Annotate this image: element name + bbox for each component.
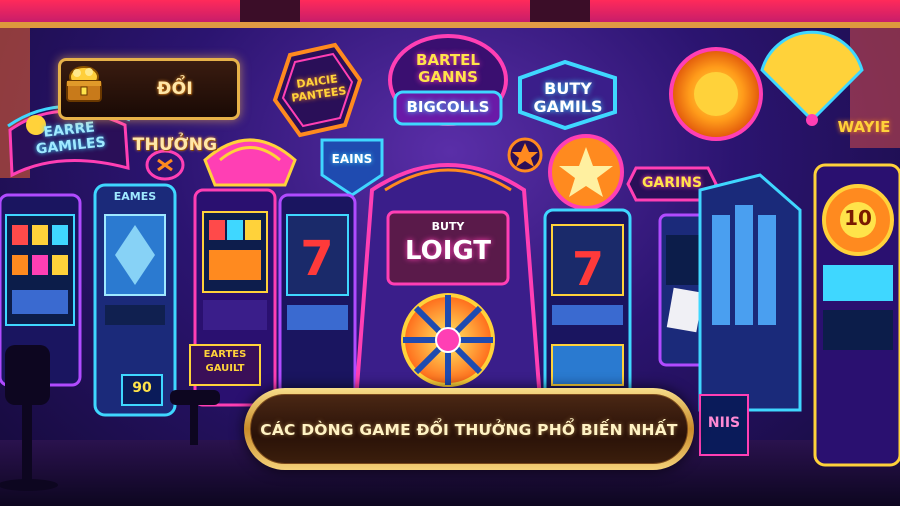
svg-text:7: 7 bbox=[572, 242, 604, 296]
casino-scene: 7 7 EARRE GAMILES DAICIE PANTEES BARTEL … bbox=[0, 0, 900, 506]
machine-tag-text: GAUILT bbox=[205, 363, 245, 374]
brand-badge: ĐỔI THƯỞNG bbox=[58, 58, 240, 155]
balloon-decoration bbox=[203, 138, 297, 187]
ceiling-light bbox=[0, 0, 900, 22]
neon-sign-text: WAYIE bbox=[837, 118, 891, 136]
neon-sign-text: EAINS bbox=[331, 152, 373, 166]
neon-star-circle bbox=[548, 134, 624, 210]
brand-badge-label: ĐỔI THƯỞNG bbox=[132, 79, 218, 155]
caption-banner-inner: CÁC DÒNG GAME ĐỔI THƯỞNG PHỔ BIẾN NHẤT bbox=[250, 394, 688, 464]
treasure-chest-icon bbox=[66, 66, 102, 102]
caption-banner: CÁC DÒNG GAME ĐỔI THƯỞNG PHỔ BIẾN NHẤT bbox=[244, 388, 694, 470]
machine-tag-text: 10 bbox=[844, 206, 872, 230]
slot-machine-7 bbox=[698, 173, 802, 456]
neon-sign-eains bbox=[320, 138, 384, 197]
neon-sign-text: BARTEL GANNS bbox=[416, 51, 480, 86]
machine-tag-text: 90 bbox=[132, 380, 152, 396]
stool bbox=[170, 390, 220, 445]
neon-fan-sign bbox=[760, 30, 864, 126]
neon-sign-text: GARINS bbox=[641, 175, 703, 191]
ceiling-beam bbox=[240, 0, 300, 22]
slot-machine-center bbox=[353, 163, 543, 402]
machine-tag-text: NIIS bbox=[707, 415, 741, 431]
machine-tag-text: EAMES bbox=[113, 190, 157, 203]
machine-tag-text: EARTES bbox=[203, 349, 247, 360]
svg-text:7: 7 bbox=[300, 231, 333, 287]
slot-machine-5: 7 bbox=[543, 208, 632, 402]
ceiling-strip bbox=[0, 22, 900, 28]
machine-screen-text: LOIGT bbox=[404, 236, 492, 266]
machine-screen-text: BUTY bbox=[431, 220, 465, 233]
caption-title: CÁC DÒNG GAME ĐỔI THƯỞNG PHỔ BIẾN NHẤT bbox=[260, 421, 678, 439]
neon-sign-text: BUTY GAMILS bbox=[533, 79, 603, 116]
neon-sun-sign bbox=[669, 47, 763, 141]
slot-machine-4: 7 bbox=[278, 193, 357, 397]
ceiling-beam bbox=[530, 0, 590, 22]
neon-sign-text: BIGCOLLS bbox=[406, 98, 490, 116]
small-star-sign bbox=[507, 137, 543, 173]
